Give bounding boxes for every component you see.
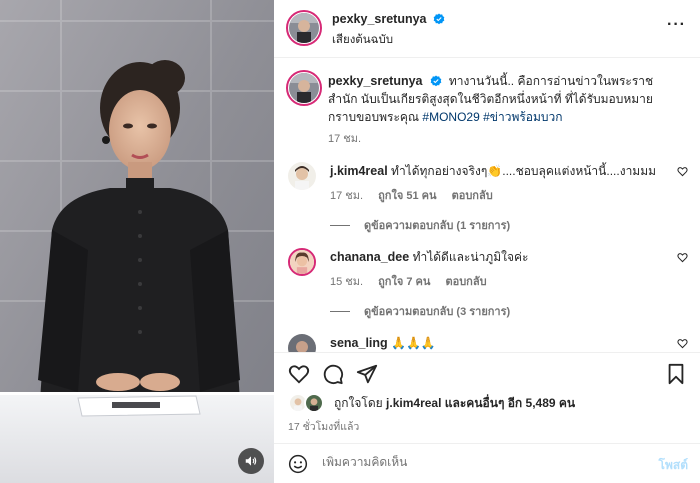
view-replies-button[interactable]: ดูข้อความตอบกลับ (1 รายการ) [330,216,510,234]
likes-user[interactable]: j.kim4real [386,396,441,410]
audio-subtitle[interactable]: เสียงต้นฉบับ [332,31,393,49]
comment-time[interactable]: 15 ชม. [330,276,363,288]
post-image [0,0,274,483]
comment-time[interactable]: 17 ชม. [330,190,363,202]
author-avatar-image [289,13,319,43]
view-replies-label: ดูข้อความตอบกลับ (1 รายการ) [364,220,511,232]
comment-body: j.kim4real ทำได้ทุกอย่างจริงๆ👏....ชอบลุค… [330,162,660,180]
post-media[interactable] [0,0,274,483]
more-icon: ··· [667,16,686,33]
post-timestamp[interactable]: 17 ชั่วโมงที่แล้ว [288,418,359,435]
comment-composer: โพสต์ [274,443,700,483]
heart-icon[interactable] [677,252,688,263]
caption-hashtags[interactable]: #MONO29 #ข่าวพร้อมบวก [422,110,562,124]
comment-username[interactable]: j.kim4real [330,164,388,178]
sound-icon [245,456,257,466]
comment-avatar-image [288,334,316,352]
comment-item: j.kim4real ทำได้ทุกอย่างจริงๆ👏....ชอบลุค… [288,160,688,232]
comment-likes[interactable]: ถูกใจ 51 คน [378,190,436,202]
share-icon[interactable] [356,363,378,385]
comment-avatar[interactable] [288,162,316,190]
likes-prefix: ถูกใจโดย [334,395,383,410]
author-username[interactable]: pexky_sretunya [332,12,427,26]
comment-username[interactable]: sena_ling [330,336,388,350]
comment-item: chanana_dee ทำได้ดีและน่าภูมิใจค่ะ 15 ชม… [288,246,688,318]
heart-icon[interactable] [288,363,310,385]
comment-body: sena_ling 🙏🙏🙏 [330,334,660,352]
comment-body: chanana_dee ทำได้ดีและน่าภูมิใจค่ะ [330,248,660,266]
heart-icon[interactable] [677,338,688,349]
comment-avatar[interactable] [288,334,316,352]
verified-icon [430,75,441,87]
caption-time[interactable]: 17 ชม. [328,133,361,145]
comment-avatar-image [290,250,314,274]
verified-icon [433,13,445,25]
view-replies-label: ดูข้อความตอบกลับ (3 รายการ) [364,306,511,318]
comment-icon[interactable] [322,363,344,385]
more-options-button[interactable]: ··· [667,17,686,33]
comment-item: sena_ling 🙏🙏🙏 [288,332,688,352]
replies-divider [330,224,350,226]
post-details-panel: pexky_sretunya เสียงต้นฉบับ ··· pexky_sr… [274,0,700,483]
likes-count[interactable]: และคนอื่นๆ อีก 5,489 คน [445,394,575,413]
comment-text: ทำได้ดีและน่าภูมิใจค่ะ [412,250,529,264]
author-avatar[interactable] [286,10,322,46]
replies-divider [330,310,350,312]
caption-avatar-image [289,73,319,103]
view-replies-button[interactable]: ดูข้อความตอบกลับ (3 รายการ) [330,302,510,320]
post-header: pexky_sretunya เสียงต้นฉบับ ··· [274,0,700,58]
post-caption: pexky_sretunya ทางานวันนี้.. คือการอ่านข… [328,72,678,148]
comment-avatar[interactable] [288,248,316,276]
likes-summary: ถูกใจโดย j.kim4real และคนอื่นๆ อีก 5,489… [288,393,575,413]
post-actions-section: ถูกใจโดย j.kim4real และคนอื่นๆ อีก 5,489… [274,352,700,482]
comment-username[interactable]: chanana_dee [330,250,409,264]
caption-username[interactable]: pexky_sretunya [328,74,423,88]
bookmark-icon[interactable] [666,363,686,385]
sound-toggle-button[interactable] [238,448,264,474]
comment-likes[interactable]: ถูกใจ 7 คน [378,276,430,288]
comment-input[interactable] [322,455,622,469]
emoji-icon[interactable] [288,454,308,474]
comment-reply-button[interactable]: ตอบกลับ [452,190,493,202]
caption-avatar[interactable] [286,70,322,106]
liker-avatar-image [306,395,322,411]
comment-text: 🙏🙏🙏 [391,336,436,350]
post-comment-button[interactable]: โพสต์ [659,456,688,475]
comment-avatar-image [288,162,316,190]
comment-reply-button[interactable]: ตอบกลับ [445,276,486,288]
comment-text: ทำได้ทุกอย่างจริงๆ👏....ชอบลุคแต่งหน้านี้… [391,164,657,178]
liker-avatar[interactable] [304,393,324,413]
heart-icon[interactable] [677,166,688,177]
